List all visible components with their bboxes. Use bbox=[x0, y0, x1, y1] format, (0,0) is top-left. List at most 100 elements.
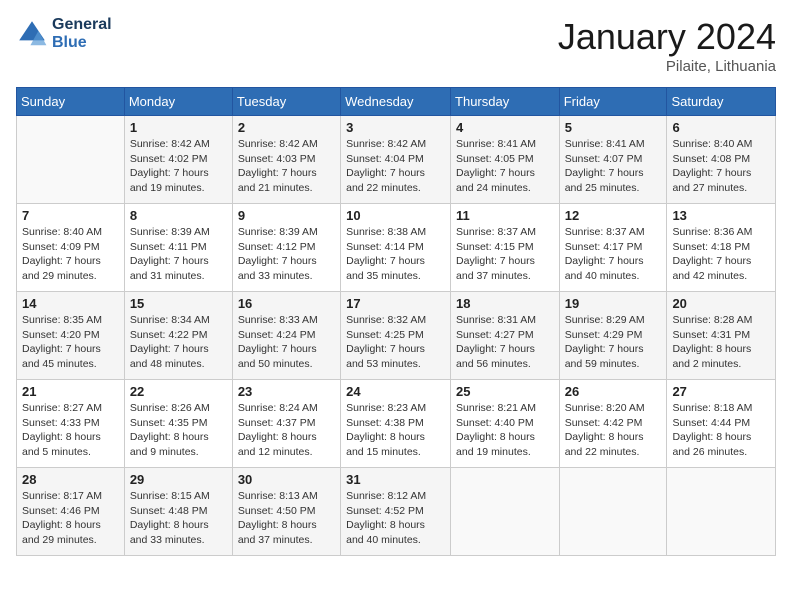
weekday-header-friday: Friday bbox=[559, 88, 667, 116]
calendar-day-cell: 5Sunrise: 8:41 AMSunset: 4:07 PMDaylight… bbox=[559, 116, 667, 204]
calendar-day-cell: 3 Sunrise: 8:42 AMSunset: 4:04 PMDaylight… bbox=[341, 116, 451, 204]
day-number: 11 bbox=[456, 208, 554, 223]
day-info: Sunrise: 8:41 AMSunset: 4:05 PMDaylight:… bbox=[456, 137, 554, 196]
weekday-header-saturday: Saturday bbox=[667, 88, 776, 116]
calendar-day-cell: 13Sunrise: 8:36 AMSunset: 4:18 PMDayligh… bbox=[667, 204, 776, 292]
calendar-day-cell: 20 Sunrise: 8:28 AMSunset: 4:31 PMDayligh… bbox=[667, 292, 776, 380]
calendar-day-cell: 6 Sunrise: 8:40 AMSunset: 4:08 PMDaylight… bbox=[667, 116, 776, 204]
day-info: Sunrise: 8:32 AMSunset: 4:25 PMDaylight:… bbox=[346, 313, 445, 372]
calendar-day-cell: 23Sunrise: 8:24 AMSunset: 4:37 PMDayligh… bbox=[232, 380, 340, 468]
day-info: Sunrise: 8:40 AMSunset: 4:08 PMDaylight:… bbox=[672, 137, 770, 196]
calendar-day-cell bbox=[451, 468, 560, 556]
calendar-day-cell: 10 Sunrise: 8:38 AMSunset: 4:14 PMDayligh… bbox=[341, 204, 451, 292]
day-number: 20 bbox=[672, 296, 770, 311]
calendar-week-row: 14 Sunrise: 8:35 AMSunset: 4:20 PMDayligh… bbox=[17, 292, 776, 380]
day-number: 22 bbox=[130, 384, 227, 399]
day-info: Sunrise: 8:40 AMSunset: 4:09 PMDaylight:… bbox=[22, 225, 119, 284]
weekday-header-wednesday: Wednesday bbox=[341, 88, 451, 116]
day-info: Sunrise: 8:29 AMSunset: 4:29 PMDaylight:… bbox=[565, 313, 662, 372]
calendar-day-cell: 25 Sunrise: 8:21 AMSunset: 4:40 PMDayligh… bbox=[451, 380, 560, 468]
logo-icon bbox=[16, 18, 48, 50]
day-info: Sunrise: 8:28 AMSunset: 4:31 PMDaylight:… bbox=[672, 313, 770, 372]
day-number: 18 bbox=[456, 296, 554, 311]
day-info: Sunrise: 8:34 AMSunset: 4:22 PMDaylight:… bbox=[130, 313, 227, 372]
weekday-header-tuesday: Tuesday bbox=[232, 88, 340, 116]
calendar-day-cell: 7 Sunrise: 8:40 AMSunset: 4:09 PMDaylight… bbox=[17, 204, 125, 292]
day-number: 16 bbox=[238, 296, 335, 311]
day-number: 19 bbox=[565, 296, 662, 311]
calendar-day-cell: 8Sunrise: 8:39 AMSunset: 4:11 PMDaylight… bbox=[124, 204, 232, 292]
calendar-day-cell bbox=[559, 468, 667, 556]
day-number: 26 bbox=[565, 384, 662, 399]
day-number: 24 bbox=[346, 384, 445, 399]
day-number: 15 bbox=[130, 296, 227, 311]
day-number: 10 bbox=[346, 208, 445, 223]
day-number: 17 bbox=[346, 296, 445, 311]
day-number: 5 bbox=[565, 120, 662, 135]
calendar-week-row: 7 Sunrise: 8:40 AMSunset: 4:09 PMDaylight… bbox=[17, 204, 776, 292]
day-info: Sunrise: 8:21 AMSunset: 4:40 PMDaylight:… bbox=[456, 401, 554, 460]
day-info: Sunrise: 8:42 AMSunset: 4:02 PMDaylight:… bbox=[130, 137, 227, 196]
day-number: 3 bbox=[346, 120, 445, 135]
calendar-day-cell bbox=[667, 468, 776, 556]
day-info: Sunrise: 8:39 AMSunset: 4:11 PMDaylight:… bbox=[130, 225, 227, 284]
weekday-header-row: SundayMondayTuesdayWednesdayThursdayFrid… bbox=[17, 88, 776, 116]
calendar-day-cell: 24 Sunrise: 8:23 AMSunset: 4:38 PMDayligh… bbox=[341, 380, 451, 468]
day-info: Sunrise: 8:42 AMSunset: 4:04 PMDaylight:… bbox=[346, 137, 445, 196]
day-number: 12 bbox=[565, 208, 662, 223]
day-info: Sunrise: 8:23 AMSunset: 4:38 PMDaylight:… bbox=[346, 401, 445, 460]
day-number: 6 bbox=[672, 120, 770, 135]
location: Pilaite, Lithuania bbox=[558, 58, 776, 75]
day-number: 13 bbox=[672, 208, 770, 223]
calendar-week-row: 21Sunrise: 8:27 AMSunset: 4:33 PMDayligh… bbox=[17, 380, 776, 468]
weekday-header-monday: Monday bbox=[124, 88, 232, 116]
calendar-day-cell bbox=[17, 116, 125, 204]
day-info: Sunrise: 8:42 AMSunset: 4:03 PMDaylight:… bbox=[238, 137, 335, 196]
day-number: 2 bbox=[238, 120, 335, 135]
day-info: Sunrise: 8:13 AMSunset: 4:50 PMDaylight:… bbox=[238, 489, 335, 548]
day-info: Sunrise: 8:33 AMSunset: 4:24 PMDaylight:… bbox=[238, 313, 335, 372]
day-number: 25 bbox=[456, 384, 554, 399]
calendar-day-cell: 28Sunrise: 8:17 AMSunset: 4:46 PMDayligh… bbox=[17, 468, 125, 556]
calendar-week-row: 1 Sunrise: 8:42 AMSunset: 4:02 PMDaylight… bbox=[17, 116, 776, 204]
calendar-day-cell: 14 Sunrise: 8:35 AMSunset: 4:20 PMDayligh… bbox=[17, 292, 125, 380]
calendar-day-cell: 22 Sunrise: 8:26 AMSunset: 4:35 PMDayligh… bbox=[124, 380, 232, 468]
day-number: 31 bbox=[346, 472, 445, 487]
day-number: 27 bbox=[672, 384, 770, 399]
calendar-day-cell: 2 Sunrise: 8:42 AMSunset: 4:03 PMDaylight… bbox=[232, 116, 340, 204]
logo: General Blue bbox=[16, 16, 112, 51]
calendar-day-cell: 19 Sunrise: 8:29 AMSunset: 4:29 PMDayligh… bbox=[559, 292, 667, 380]
day-info: Sunrise: 8:24 AMSunset: 4:37 PMDaylight:… bbox=[238, 401, 335, 460]
calendar-day-cell: 9 Sunrise: 8:39 AMSunset: 4:12 PMDaylight… bbox=[232, 204, 340, 292]
day-number: 21 bbox=[22, 384, 119, 399]
day-info: Sunrise: 8:20 AMSunset: 4:42 PMDaylight:… bbox=[565, 401, 662, 460]
calendar-day-cell: 15 Sunrise: 8:34 AMSunset: 4:22 PMDayligh… bbox=[124, 292, 232, 380]
day-info: Sunrise: 8:35 AMSunset: 4:20 PMDaylight:… bbox=[22, 313, 119, 372]
day-number: 4 bbox=[456, 120, 554, 135]
calendar-day-cell: 12Sunrise: 8:37 AMSunset: 4:17 PMDayligh… bbox=[559, 204, 667, 292]
calendar-day-cell: 29Sunrise: 8:15 AMSunset: 4:48 PMDayligh… bbox=[124, 468, 232, 556]
page-header: General Blue January 2024 Pilaite, Lithu… bbox=[16, 16, 776, 75]
day-number: 7 bbox=[22, 208, 119, 223]
calendar-day-cell: 1 Sunrise: 8:42 AMSunset: 4:02 PMDaylight… bbox=[124, 116, 232, 204]
month-title: January 2024 bbox=[558, 16, 776, 58]
day-number: 14 bbox=[22, 296, 119, 311]
day-number: 28 bbox=[22, 472, 119, 487]
calendar-day-cell: 4 Sunrise: 8:41 AMSunset: 4:05 PMDaylight… bbox=[451, 116, 560, 204]
day-info: Sunrise: 8:31 AMSunset: 4:27 PMDaylight:… bbox=[456, 313, 554, 372]
weekday-header-thursday: Thursday bbox=[451, 88, 560, 116]
day-info: Sunrise: 8:26 AMSunset: 4:35 PMDaylight:… bbox=[130, 401, 227, 460]
day-info: Sunrise: 8:12 AMSunset: 4:52 PMDaylight:… bbox=[346, 489, 445, 548]
calendar-day-cell: 26 Sunrise: 8:20 AMSunset: 4:42 PMDayligh… bbox=[559, 380, 667, 468]
day-info: Sunrise: 8:37 AMSunset: 4:15 PMDaylight:… bbox=[456, 225, 554, 284]
day-info: Sunrise: 8:38 AMSunset: 4:14 PMDaylight:… bbox=[346, 225, 445, 284]
calendar-day-cell: 27Sunrise: 8:18 AMSunset: 4:44 PMDayligh… bbox=[667, 380, 776, 468]
calendar-day-cell: 18 Sunrise: 8:31 AMSunset: 4:27 PMDayligh… bbox=[451, 292, 560, 380]
day-info: Sunrise: 8:39 AMSunset: 4:12 PMDaylight:… bbox=[238, 225, 335, 284]
title-block: January 2024 Pilaite, Lithuania bbox=[558, 16, 776, 75]
day-number: 29 bbox=[130, 472, 227, 487]
calendar-day-cell: 16 Sunrise: 8:33 AMSunset: 4:24 PMDayligh… bbox=[232, 292, 340, 380]
logo-text: General Blue bbox=[52, 16, 112, 51]
day-number: 9 bbox=[238, 208, 335, 223]
day-number: 1 bbox=[130, 120, 227, 135]
